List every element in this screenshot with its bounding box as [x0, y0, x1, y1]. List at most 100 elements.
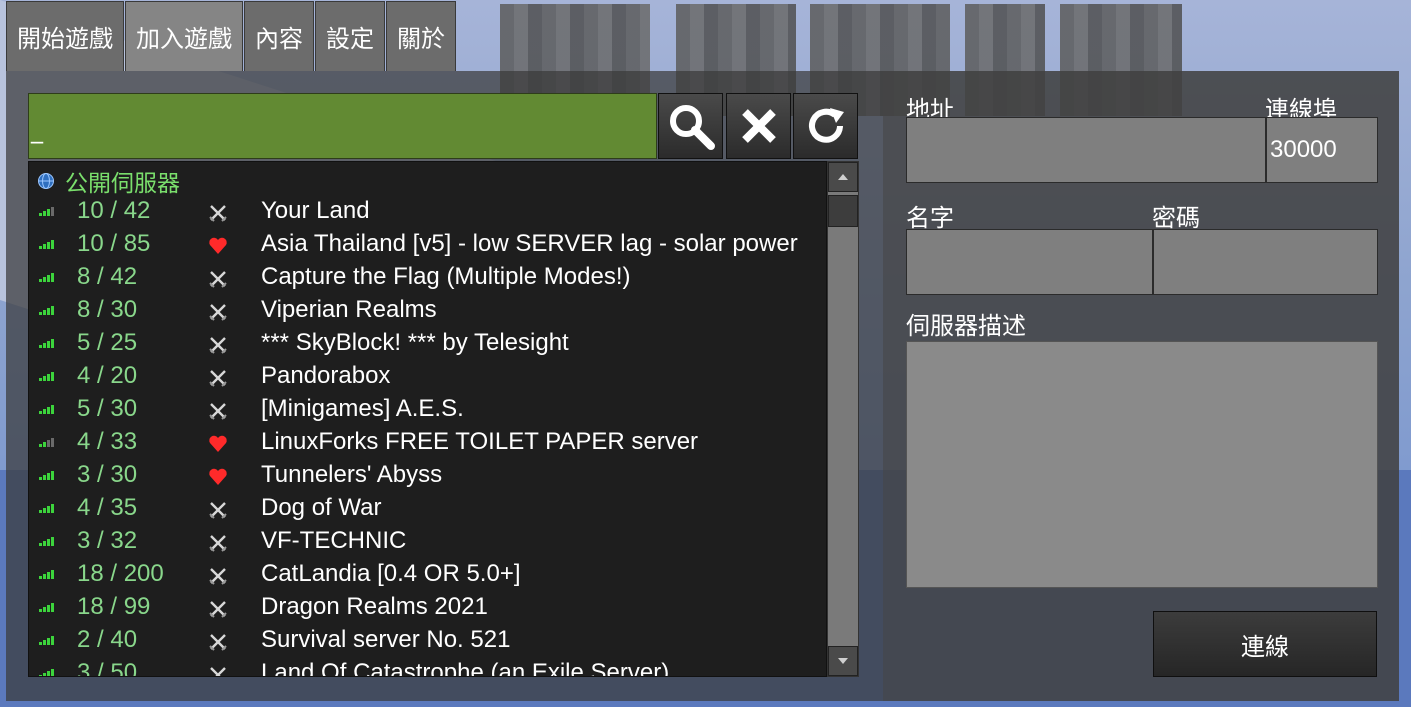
- server-row[interactable]: 3 / 50 Land Of Catastrophe (an Exile Serv…: [29, 658, 826, 677]
- server-name: Dog of War: [261, 494, 382, 521]
- ping-icon: [39, 504, 54, 513]
- server-row[interactable]: 10 / 42 Your Land: [29, 196, 826, 229]
- ping-icon: [39, 306, 54, 315]
- ping-icon: [39, 603, 54, 612]
- clear-search-button[interactable]: [726, 93, 791, 159]
- server-player-count: 3 / 30: [77, 461, 138, 488]
- public-servers-header: 公開伺服器: [37, 166, 180, 197]
- server-name: Dragon Realms 2021: [261, 593, 488, 620]
- server-list-scrollbar[interactable]: [827, 161, 859, 677]
- tab-settings[interactable]: 設定: [315, 1, 385, 71]
- server-row[interactable]: 18 / 99 Dragon Realms 2021: [29, 592, 826, 625]
- crossed-swords-icon: [209, 568, 227, 585]
- tab-join-game[interactable]: 加入遊戲: [125, 1, 243, 71]
- scroll-thumb[interactable]: [828, 195, 858, 227]
- crossed-swords-icon: [209, 634, 227, 651]
- chevron-up-icon: [838, 174, 848, 180]
- close-icon: [741, 109, 776, 143]
- server-row[interactable]: 8 / 30 Viperian Realms: [29, 295, 826, 328]
- crossed-swords-icon: [209, 337, 227, 354]
- ping-icon: [39, 570, 54, 579]
- address-input[interactable]: [906, 117, 1266, 183]
- chevron-down-icon: [838, 658, 848, 664]
- ping-icon: [39, 438, 54, 447]
- crossed-swords-icon: [209, 205, 227, 222]
- server-player-count: 4 / 35: [77, 494, 138, 521]
- name-label: 名字: [906, 204, 954, 232]
- tab-about[interactable]: 關於: [386, 1, 456, 71]
- crossed-swords-icon: [209, 271, 227, 288]
- ping-icon: [39, 669, 54, 676]
- password-input[interactable]: [1153, 229, 1378, 295]
- server-row[interactable]: 3 / 32 VF-TECHNIC: [29, 526, 826, 559]
- server-row[interactable]: 5 / 25 *** SkyBlock! *** by Telesight: [29, 328, 826, 361]
- crossed-swords-icon: [209, 370, 227, 387]
- server-name: CatLandia [0.4 OR 5.0+]: [261, 560, 521, 587]
- ping-icon: [39, 471, 54, 480]
- server-row[interactable]: 5 / 30 [Minigames] A.E.S.: [29, 394, 826, 427]
- crossed-swords-icon: [210, 667, 226, 676]
- server-name: Pandorabox: [261, 362, 391, 389]
- server-player-count: 10 / 85: [77, 230, 151, 257]
- server-row[interactable]: 3 / 30 Tunnelers' Abyss: [29, 460, 826, 493]
- server-row[interactable]: 10 / 85 Asia Thailand [v5] - low SERVER l…: [29, 229, 826, 262]
- ping-icon: [39, 405, 54, 414]
- server-name: LinuxForks FREE TOILET PAPER server: [261, 428, 699, 455]
- heart-icon: [209, 237, 227, 254]
- server-player-count: 8 / 30: [77, 296, 138, 323]
- public-servers-label: 公開伺服器: [65, 171, 180, 197]
- search-button[interactable]: [658, 93, 723, 159]
- refresh-button[interactable]: [793, 93, 858, 159]
- ping-icon: [39, 636, 54, 645]
- ping-icon: [39, 273, 54, 282]
- scroll-down-button[interactable]: [828, 646, 858, 676]
- crossed-swords-icon: [209, 304, 227, 321]
- server-row[interactable]: 4 / 33 LinuxForks FREE TOILET PAPER serve…: [29, 427, 826, 460]
- server-row[interactable]: 18 / 200 CatLandia [0.4 OR 5.0+]: [29, 559, 826, 592]
- ping-icon: [39, 372, 54, 381]
- server-player-count: 10 / 42: [77, 197, 151, 224]
- server-player-count: 5 / 30: [77, 395, 138, 422]
- server-player-count: 4 / 33: [77, 428, 138, 455]
- server-name: Your Land: [261, 197, 370, 224]
- server-row[interactable]: 4 / 20 Pandorabox: [29, 361, 826, 394]
- server-row[interactable]: 8 / 42 Capture the Flag (Multiple Modes!): [29, 262, 826, 295]
- ping-icon: [39, 537, 54, 546]
- magnifier-icon: [669, 105, 715, 150]
- server-player-count: 3 / 50: [77, 659, 138, 677]
- server-description-label: 伺服器描述: [906, 312, 1026, 340]
- server-search-input[interactable]: _: [28, 93, 657, 159]
- server-player-count: 5 / 25: [77, 329, 138, 356]
- server-player-count: 8 / 42: [77, 263, 138, 290]
- refresh-icon: [808, 108, 844, 143]
- ping-icon: [39, 339, 54, 348]
- server-name: [Minigames] A.E.S.: [261, 395, 464, 422]
- server-name: Viperian Realms: [261, 296, 437, 323]
- heart-icon: [209, 435, 227, 452]
- server-row[interactable]: 2 / 40 Survival server No. 521: [29, 625, 826, 658]
- server-name: Land Of Catastrophe (an Exile Server): [261, 659, 670, 677]
- tab-start-game[interactable]: 開始遊戲: [6, 1, 124, 71]
- server-player-count: 18 / 99: [77, 593, 151, 620]
- port-input[interactable]: 30000: [1266, 117, 1378, 183]
- scroll-up-button[interactable]: [828, 162, 858, 192]
- crossed-swords-icon: [209, 535, 227, 552]
- server-list[interactable]: 公開伺服器 10 / 42 Your Land 10 / 85 Asia Thaila…: [28, 161, 827, 677]
- server-name: *** SkyBlock! *** by Telesight: [261, 329, 569, 356]
- main-menu-tabs: 開始遊戲 加入遊戲 內容 設定 關於: [6, 1, 457, 71]
- tab-content[interactable]: 內容: [244, 1, 314, 71]
- server-name: Asia Thailand [v5] - low SERVER lag - so…: [261, 230, 798, 257]
- globe-icon: [38, 173, 54, 189]
- server-player-count: 2 / 40: [77, 626, 138, 653]
- name-input[interactable]: [906, 229, 1153, 295]
- server-player-count: 18 / 200: [77, 560, 164, 587]
- crossed-swords-icon: [209, 601, 227, 618]
- crossed-swords-icon: [209, 502, 227, 519]
- heart-icon: [209, 468, 227, 485]
- server-name: Tunnelers' Abyss: [261, 461, 443, 488]
- connect-button[interactable]: 連線: [1153, 611, 1377, 677]
- server-player-count: 4 / 20: [77, 362, 138, 389]
- ping-icon: [39, 207, 54, 216]
- password-label: 密碼: [1152, 204, 1200, 232]
- server-row[interactable]: 4 / 35 Dog of War: [29, 493, 826, 526]
